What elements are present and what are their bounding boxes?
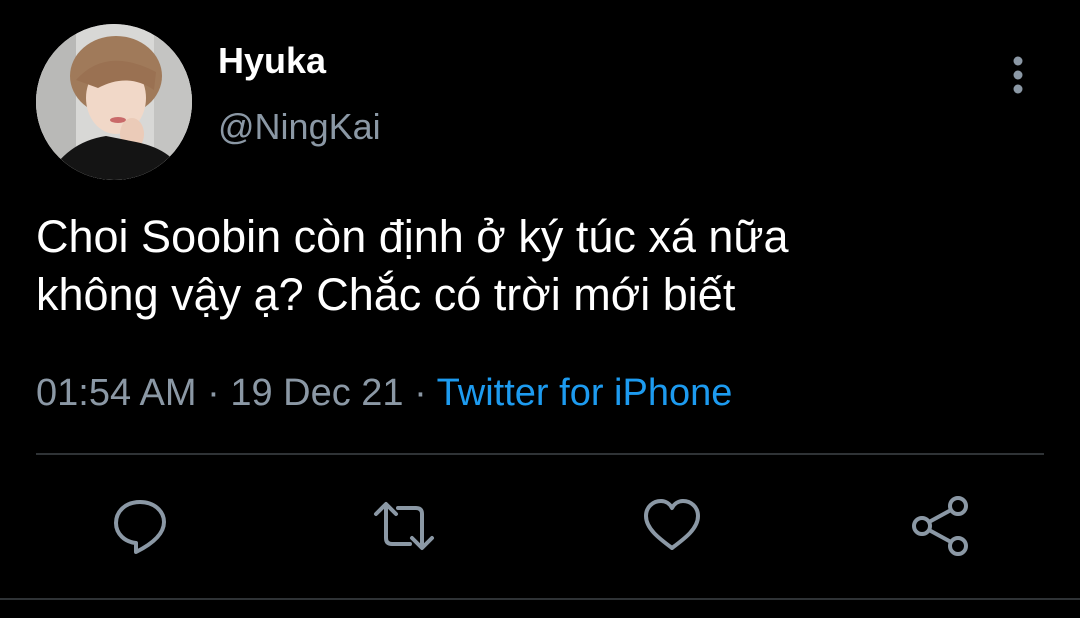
avatar-photo xyxy=(36,24,192,180)
tweet-date: 19 Dec 21 xyxy=(230,372,404,414)
avatar[interactable] xyxy=(36,24,192,180)
more-vertical-icon xyxy=(1013,56,1023,94)
display-name[interactable]: Hyuka xyxy=(218,40,326,82)
tweet-text: Choi Soobin còn định ở ký túc xá nữa khô… xyxy=(36,208,1036,324)
meta-separator: · xyxy=(207,372,220,414)
heart-icon xyxy=(644,499,700,550)
reply-icon xyxy=(114,500,166,554)
tweet-meta: 01:54 AM · 19 Dec 21 · Twitter for iPhon… xyxy=(36,372,732,415)
meta-separator: · xyxy=(414,372,427,414)
more-options-button[interactable] xyxy=(998,52,1038,98)
tweet-text-line: không vậy ạ? Chắc có trời mới biết xyxy=(36,269,736,320)
divider xyxy=(36,453,1044,455)
divider xyxy=(0,598,1080,600)
user-handle[interactable]: @NingKai xyxy=(218,106,381,148)
share-button[interactable] xyxy=(908,494,972,558)
tweet-source-link[interactable]: Twitter for iPhone xyxy=(437,372,733,414)
reply-button[interactable] xyxy=(108,494,172,558)
tweet-text-line: Choi Soobin còn định ở ký túc xá nữa xyxy=(36,211,789,262)
tweet-detail: Hyuka @NingKai Choi Soobin còn định ở ký… xyxy=(0,0,1080,618)
retweet-button[interactable] xyxy=(372,494,436,558)
like-button[interactable] xyxy=(640,494,704,558)
tweet-time: 01:54 AM xyxy=(36,372,197,414)
retweet-icon xyxy=(374,502,434,550)
share-icon xyxy=(912,496,968,556)
